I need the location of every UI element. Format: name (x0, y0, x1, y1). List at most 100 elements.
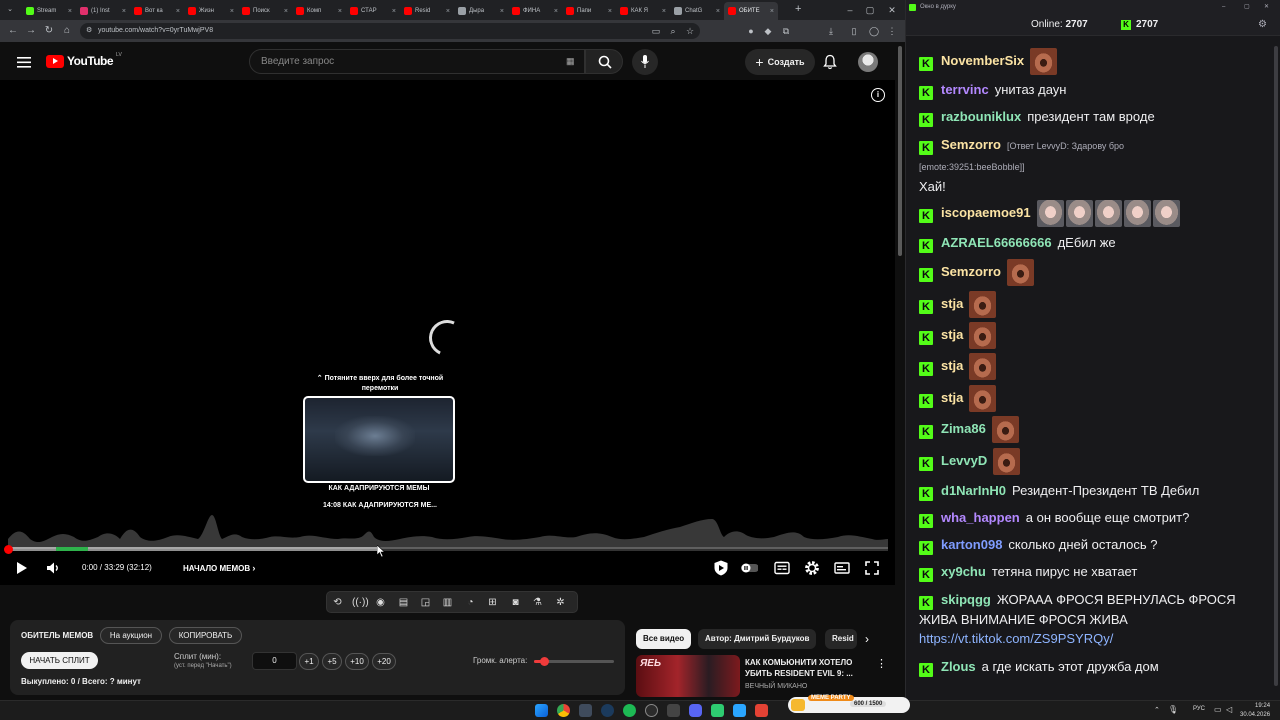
chat-username[interactable]: stja (941, 358, 963, 373)
voice-search-button[interactable] (632, 49, 658, 75)
volume-button[interactable] (46, 559, 60, 577)
broadcast-icon[interactable]: ((·)) (352, 595, 369, 610)
app-icon-2[interactable] (579, 704, 592, 717)
camera-icon[interactable]: ◙ (508, 595, 523, 610)
browser-tab[interactable]: ОБИТЕ × (724, 2, 778, 20)
split-minutes-input[interactable]: 0 (252, 652, 297, 670)
search-button[interactable] (585, 49, 623, 74)
browser-tab[interactable]: СТАР × (346, 2, 400, 20)
video-player[interactable]: i ⌃ Потяните вверх для более точной пере… (0, 80, 895, 585)
chat-username[interactable]: LevvyD (941, 453, 987, 468)
chat-username[interactable]: Zima86 (941, 421, 986, 436)
chat-scrollbar-thumb[interactable] (1274, 46, 1278, 686)
chat-username[interactable]: iscopaemoe91 (941, 205, 1031, 220)
info-icon[interactable]: i (871, 88, 885, 102)
chat-username[interactable]: karton098 (941, 537, 1002, 552)
fullscreen-icon[interactable] (863, 559, 881, 577)
chat-username[interactable]: NovemberSix (941, 53, 1024, 68)
meme-party-widget[interactable]: MEME PARTY 600 / 1500 (788, 695, 910, 713)
split-view-icon[interactable]: ▯ (848, 25, 860, 37)
recommended-video-thumbnail[interactable]: ЯЕЬ (636, 655, 740, 697)
download-icon[interactable]: ⤓ (825, 25, 837, 37)
chat-reply-quote[interactable]: [Ответ LevvyD: Здарову бро (1007, 141, 1124, 151)
notifications-bell-icon[interactable] (822, 54, 838, 70)
sponsorblock-shield-icon[interactable] (712, 559, 730, 577)
recommended-video-channel[interactable]: ВЕЧНЫЙ МИКАНО (745, 683, 807, 690)
chrome-icon[interactable] (557, 704, 570, 717)
forward-icon[interactable]: → (24, 24, 38, 38)
address-bar[interactable]: ⚙ youtube.com/watch?v=0yrTuMwjPV8 (80, 23, 700, 39)
browser-tab[interactable]: Дыра × (454, 2, 508, 20)
eye-icon[interactable]: ◉ (373, 595, 388, 610)
browser-tab[interactable]: Папи × (562, 2, 616, 20)
chat-username[interactable]: razbouniklux (941, 109, 1021, 124)
chat-username[interactable]: stja (941, 296, 963, 311)
copy-button[interactable]: КОПИРОВАТЬ (169, 627, 242, 644)
split-step-plus-5[interactable]: +5 (322, 653, 342, 670)
search-input[interactable]: Введите запрос ▦ (249, 49, 585, 74)
browser-tab[interactable]: Поиск × (238, 2, 292, 20)
chat-username[interactable]: stja (941, 327, 963, 342)
browser-tab[interactable]: ФИНА × (508, 2, 562, 20)
theater-mode-icon[interactable] (833, 559, 851, 577)
chip-resident[interactable]: Resid (825, 629, 857, 649)
settings-gear-icon[interactable] (803, 559, 821, 577)
chat-username[interactable]: Zlous (941, 659, 976, 674)
tab-close-icon[interactable]: × (338, 8, 342, 15)
telegram-icon[interactable] (733, 704, 746, 717)
video-menu-dots-icon[interactable]: ⋮ (876, 657, 887, 670)
clock[interactable]: 19:24 30.04.2026 (1240, 702, 1270, 720)
page-scrollbar[interactable] (897, 42, 903, 692)
keyboard-icon[interactable]: ▦ (566, 50, 575, 73)
autoplay-toggle[interactable] (740, 559, 758, 577)
chat-username[interactable]: d1NarInH0 (941, 483, 1006, 498)
extensions-puzzle-icon[interactable]: ⧉ (780, 25, 792, 37)
chat-close-icon[interactable]: ✕ (1264, 0, 1269, 15)
browser-tab[interactable]: ChatG × (670, 2, 724, 20)
chat-username[interactable]: terrvinc (941, 82, 989, 97)
browser-tab[interactable]: Вот ка × (130, 2, 184, 20)
new-tab-icon[interactable]: + (795, 3, 801, 15)
obs-icon[interactable] (645, 704, 658, 717)
cast-icon[interactable]: ▭ (650, 25, 662, 37)
chat-username[interactable]: wha_happen (941, 510, 1020, 525)
chip-author[interactable]: Автор: Дмитрий Бурдуков (698, 629, 817, 649)
chapter-button[interactable]: НАЧАЛО МЕМОВ › (183, 559, 255, 577)
browser-tab[interactable]: Stream × (22, 2, 76, 20)
chat-username[interactable]: Semzorro (941, 264, 1001, 279)
cinema-icon[interactable]: ▥ (440, 595, 455, 610)
input-language[interactable]: РУС (1193, 706, 1205, 712)
create-button[interactable]: + Создать (745, 49, 815, 75)
tab-close-icon[interactable]: × (608, 8, 612, 15)
chips-next-chevron-icon[interactable]: › (865, 632, 869, 646)
chat-username[interactable]: stja (941, 390, 963, 405)
browser-tab[interactable]: Жизн × (184, 2, 238, 20)
tab-search-icon[interactable]: ⌄ (5, 5, 15, 15)
tab-close-icon[interactable]: × (500, 8, 504, 15)
start-windows-icon[interactable] (535, 704, 548, 717)
microphone-tray-icon[interactable]: 🎙 (1168, 705, 1178, 714)
app-icon-10[interactable] (755, 704, 768, 717)
tab-close-icon[interactable]: × (230, 8, 234, 15)
tab-close-icon[interactable]: × (68, 8, 72, 15)
split-step-plus-1[interactable]: +1 (299, 653, 319, 670)
tab-close-icon[interactable]: × (176, 8, 180, 15)
back-icon[interactable]: ← (6, 24, 20, 38)
network-icon[interactable]: ▭ (1214, 705, 1222, 714)
chat-settings-icon[interactable]: ⚙ (1258, 19, 1267, 30)
auction-button[interactable]: На аукцион (100, 627, 162, 644)
flask-icon[interactable]: ⚗ (530, 595, 545, 610)
tray-chevron-icon[interactable]: ⌃ (1154, 706, 1160, 714)
alert-volume-knob[interactable] (539, 657, 549, 666)
browser-tab[interactable]: Комп × (292, 2, 346, 20)
chat-maximize-icon[interactable]: ▢ (1244, 0, 1250, 15)
alert-volume-slider[interactable] (534, 657, 614, 666)
tab-close-icon[interactable]: × (716, 8, 720, 15)
split-step-plus-20[interactable]: +20 (372, 653, 396, 670)
play-button[interactable] (15, 559, 29, 577)
chat-minimize-icon[interactable]: – (1222, 0, 1225, 15)
tab-close-icon[interactable]: × (122, 8, 126, 15)
loop-icon[interactable]: ⟲ (330, 595, 345, 610)
home-icon[interactable]: ⌂ (60, 24, 74, 38)
recommended-video-title[interactable]: КАК КОМЬЮНИТИ ХОТЕЛО УБИТЬ RESIDENT EVIL… (745, 657, 865, 679)
